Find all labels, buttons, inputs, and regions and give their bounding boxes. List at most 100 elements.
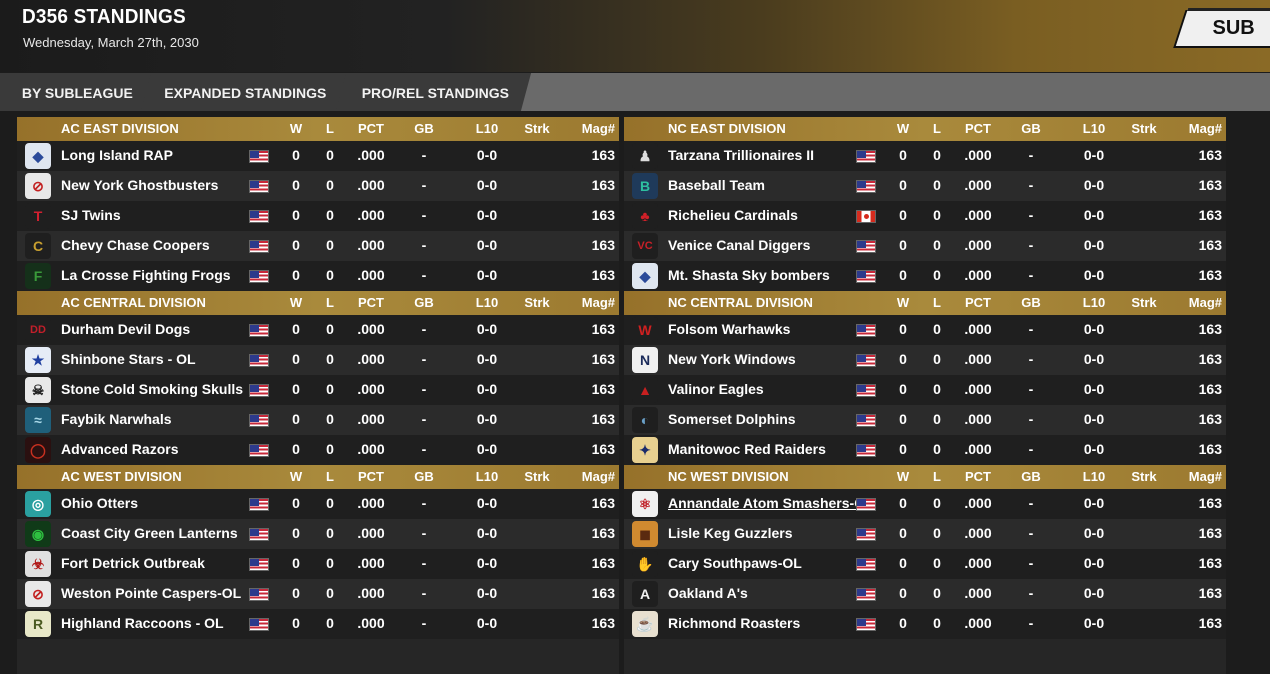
column-header-pct[interactable]: PCT (353, 117, 389, 141)
standings-row[interactable]: W Folsom Warhawks 0 0 .000 - 0-0 163 (624, 315, 1226, 345)
column-header-w[interactable]: W (281, 117, 311, 141)
team-name-link[interactable]: Baseball Team (668, 171, 765, 199)
team-name-link[interactable]: New York Windows (668, 345, 796, 373)
column-header-mag[interactable]: Mag# (573, 291, 615, 315)
column-header-l[interactable]: L (315, 291, 345, 315)
team-name-link[interactable]: Oakland A's (668, 579, 748, 607)
column-header-strk[interactable]: Strk (1126, 117, 1162, 141)
team-name-link[interactable]: Richelieu Cardinals (668, 201, 798, 229)
column-header-l[interactable]: L (922, 465, 952, 489)
standings-row[interactable]: ☠ Stone Cold Smoking Skulls 0 0 .000 - 0-0 163 (17, 375, 619, 405)
column-header-l10[interactable]: L10 (469, 291, 505, 315)
column-header-strk[interactable]: Strk (1126, 291, 1162, 315)
column-header-gb[interactable]: GB (409, 117, 439, 141)
column-header-gb[interactable]: GB (1016, 291, 1046, 315)
team-name-link[interactable]: Manitowoc Red Raiders (668, 435, 826, 463)
standings-row[interactable]: ✦ Manitowoc Red Raiders 0 0 .000 - 0-0 163 (624, 435, 1226, 465)
team-name-link[interactable]: Weston Pointe Caspers-OL (61, 579, 241, 607)
team-name-link[interactable]: Stone Cold Smoking Skulls (61, 375, 243, 403)
column-header-strk[interactable]: Strk (519, 291, 555, 315)
team-name-link[interactable]: Venice Canal Diggers (668, 231, 810, 259)
team-name-link[interactable]: New York Ghostbusters (61, 171, 218, 199)
standings-row[interactable]: ♣ Richelieu Cardinals 0 0 .000 - 0-0 163 (624, 201, 1226, 231)
standings-row[interactable]: ▲ Valinor Eagles 0 0 .000 - 0-0 163 (624, 375, 1226, 405)
column-header-gb[interactable]: GB (409, 465, 439, 489)
standings-row[interactable]: B Baseball Team 0 0 .000 - 0-0 163 (624, 171, 1226, 201)
column-header-mag[interactable]: Mag# (573, 117, 615, 141)
team-name-link[interactable]: Faybik Narwhals (61, 405, 172, 433)
team-name-link[interactable]: Chevy Chase Coopers (61, 231, 210, 259)
column-header-strk[interactable]: Strk (1126, 465, 1162, 489)
team-name-link[interactable]: SJ Twins (61, 201, 121, 229)
column-header-w[interactable]: W (281, 291, 311, 315)
standings-row[interactable]: ≈ Faybik Narwhals 0 0 .000 - 0-0 163 (17, 405, 619, 435)
column-header-l10[interactable]: L10 (1076, 465, 1112, 489)
column-header-w[interactable]: W (888, 465, 918, 489)
standings-row[interactable]: ☣ Fort Detrick Outbreak 0 0 .000 - 0-0 163 (17, 549, 619, 579)
team-name-link[interactable]: Shinbone Stars - OL (61, 345, 196, 373)
standings-row[interactable]: ☕ Richmond Roasters 0 0 .000 - 0-0 163 (624, 609, 1226, 639)
standings-row[interactable]: ♟ Tarzana Trillionaires II 0 0 .000 - 0-0 163 (624, 141, 1226, 171)
column-header-pct[interactable]: PCT (960, 117, 996, 141)
team-name-link[interactable]: Highland Raccoons - OL (61, 609, 224, 637)
standings-row[interactable]: ◐ Somerset Dolphins 0 0 .000 - 0-0 163 (624, 405, 1226, 435)
column-header-gb[interactable]: GB (409, 291, 439, 315)
column-header-l10[interactable]: L10 (469, 117, 505, 141)
standings-row[interactable]: VC Venice Canal Diggers 0 0 .000 - 0-0 163 (624, 231, 1226, 261)
column-header-pct[interactable]: PCT (353, 465, 389, 489)
column-header-l[interactable]: L (315, 117, 345, 141)
column-header-pct[interactable]: PCT (960, 291, 996, 315)
tab-expanded-standings[interactable]: EXPANDED STANDINGS (140, 73, 350, 111)
standings-row[interactable]: ✋ Cary Southpaws-OL 0 0 .000 - 0-0 163 (624, 549, 1226, 579)
standings-row[interactable]: ★ Shinbone Stars - OL 0 0 .000 - 0-0 163 (17, 345, 619, 375)
standings-row[interactable]: F La Crosse Fighting Frogs 0 0 .000 - 0-0 163 (17, 261, 619, 291)
column-header-w[interactable]: W (281, 465, 311, 489)
team-name-link[interactable]: Annandale Atom Smashers-OL (668, 489, 874, 517)
standings-row[interactable]: ◯ Advanced Razors 0 0 .000 - 0-0 163 (17, 435, 619, 465)
standings-row[interactable]: ◆ Mt. Shasta Sky bombers 0 0 .000 - 0-0 163 (624, 261, 1226, 291)
standings-row[interactable]: R Highland Raccoons - OL 0 0 .000 - 0-0 163 (17, 609, 619, 639)
column-header-mag[interactable]: Mag# (1180, 117, 1222, 141)
standings-row[interactable]: N New York Windows 0 0 .000 - 0-0 163 (624, 345, 1226, 375)
standings-row[interactable]: ◼ Lisle Keg Guzzlers 0 0 .000 - 0-0 163 (624, 519, 1226, 549)
tab-pro-rel-standings[interactable]: PRO/REL STANDINGS (335, 73, 535, 111)
column-header-l10[interactable]: L10 (1076, 291, 1112, 315)
team-name-link[interactable]: La Crosse Fighting Frogs (61, 261, 231, 289)
standings-row[interactable]: ◆ Long Island RAP 0 0 .000 - 0-0 163 (17, 141, 619, 171)
column-header-w[interactable]: W (888, 117, 918, 141)
standings-row[interactable]: T SJ Twins 0 0 .000 - 0-0 163 (17, 201, 619, 231)
sub-button[interactable]: SUB (1175, 8, 1270, 46)
team-name-link[interactable]: Tarzana Trillionaires II (668, 141, 814, 169)
column-header-mag[interactable]: Mag# (1180, 465, 1222, 489)
standings-row[interactable]: ⚛ Annandale Atom Smashers-OL 0 0 .000 - 0-0 163 (624, 489, 1226, 519)
team-name-link[interactable]: Mt. Shasta Sky bombers (668, 261, 830, 289)
standings-row[interactable]: A Oakland A's 0 0 .000 - 0-0 163 (624, 579, 1226, 609)
team-name-link[interactable]: Fort Detrick Outbreak (61, 549, 205, 577)
standings-row[interactable]: ◎ Ohio Otters 0 0 .000 - 0-0 163 (17, 489, 619, 519)
column-header-l[interactable]: L (315, 465, 345, 489)
team-name-link[interactable]: Long Island RAP (61, 141, 173, 169)
tab-by-subleague[interactable]: BY SUBLEAGUE (0, 73, 156, 111)
column-header-gb[interactable]: GB (1016, 465, 1046, 489)
column-header-strk[interactable]: Strk (519, 117, 555, 141)
column-header-pct[interactable]: PCT (353, 291, 389, 315)
standings-row[interactable]: DD Durham Devil Dogs 0 0 .000 - 0-0 163 (17, 315, 619, 345)
standings-row[interactable]: ◉ Coast City Green Lanterns 0 0 .000 - 0-0 163 (17, 519, 619, 549)
column-header-gb[interactable]: GB (1016, 117, 1046, 141)
column-header-pct[interactable]: PCT (960, 465, 996, 489)
column-header-l[interactable]: L (922, 117, 952, 141)
standings-row[interactable]: ⊘ Weston Pointe Caspers-OL 0 0 .000 - 0-0 163 (17, 579, 619, 609)
team-name-link[interactable]: Richmond Roasters (668, 609, 800, 637)
team-name-link[interactable]: Advanced Razors (61, 435, 178, 463)
standings-row[interactable]: C Chevy Chase Coopers 0 0 .000 - 0-0 163 (17, 231, 619, 261)
team-name-link[interactable]: Folsom Warhawks (668, 315, 790, 343)
team-name-link[interactable]: Coast City Green Lanterns (61, 519, 238, 547)
column-header-l[interactable]: L (922, 291, 952, 315)
column-header-w[interactable]: W (888, 291, 918, 315)
column-header-mag[interactable]: Mag# (573, 465, 615, 489)
team-name-link[interactable]: Cary Southpaws-OL (668, 549, 802, 577)
team-name-link[interactable]: Lisle Keg Guzzlers (668, 519, 792, 547)
column-header-l10[interactable]: L10 (469, 465, 505, 489)
team-name-link[interactable]: Durham Devil Dogs (61, 315, 190, 343)
column-header-strk[interactable]: Strk (519, 465, 555, 489)
